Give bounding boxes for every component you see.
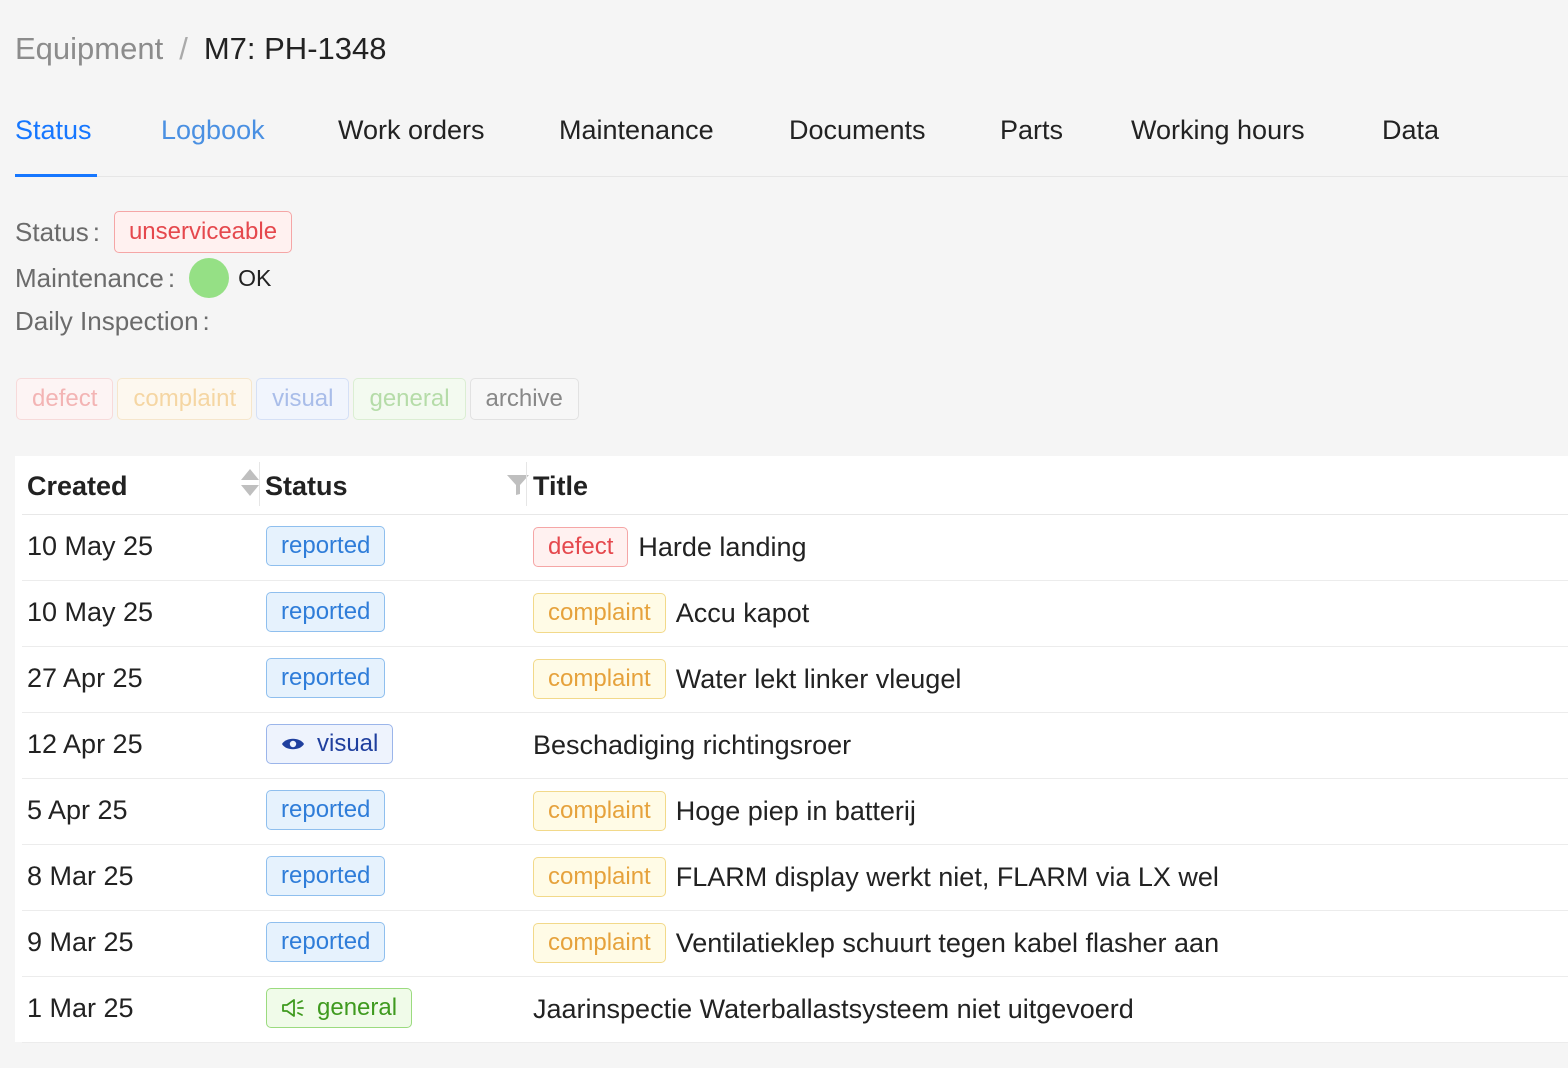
- tab-logbook[interactable]: Logbook: [161, 112, 265, 148]
- filter-general[interactable]: general: [353, 378, 466, 420]
- breadcrumb: Equipment / M7: PH-1348: [15, 28, 386, 70]
- category-tag: complaint: [533, 593, 666, 633]
- daily-inspection-row: Daily Inspection :: [15, 306, 224, 337]
- category-tag: complaint: [533, 857, 666, 897]
- entry-title[interactable]: Hoge piep in batterij: [676, 796, 916, 827]
- status-badge: reported: [266, 790, 386, 830]
- status-badge-label: general: [317, 994, 398, 1021]
- status-badge: unserviceable: [113, 211, 293, 253]
- status-badge: reported: [266, 658, 386, 698]
- tab-maintenance[interactable]: Maintenance: [559, 112, 714, 148]
- entry-title[interactable]: Beschadiging richtingsroer: [533, 730, 851, 761]
- filter-visual[interactable]: visual: [256, 378, 350, 420]
- created-date: 10 May 25: [27, 531, 154, 561]
- status-badge: reported: [266, 856, 386, 896]
- maintenance-label: Maintenance: [15, 262, 164, 293]
- breadcrumb-separator: /: [179, 31, 188, 66]
- table-row[interactable]: 12 Apr 25 visual Beschadiging richtingsr…: [22, 712, 1568, 779]
- entry-title[interactable]: Jaarinspectie Waterballastsysteem niet u…: [533, 994, 1134, 1025]
- category-tag: complaint: [533, 659, 666, 699]
- status-badge-label: visual: [317, 730, 379, 757]
- table-row[interactable]: 8 Mar 25 reported complaint FLARM displa…: [22, 844, 1568, 911]
- daily-inspection-label: Daily Inspection: [15, 306, 199, 336]
- tab-bar: Status Logbook Work orders Maintenance D…: [15, 100, 1568, 177]
- status-badge: reported: [266, 922, 386, 962]
- table-row[interactable]: 10 May 25 reported complaint Accu kapot: [22, 580, 1568, 647]
- maintenance-status-text: OK: [238, 264, 272, 291]
- entry-title[interactable]: Water lekt linker vleugel: [676, 664, 962, 695]
- column-header-created[interactable]: Created: [27, 466, 128, 506]
- column-divider: [259, 462, 260, 506]
- created-date: 5 Apr 25: [27, 795, 128, 825]
- maintenance-status-dot: [189, 258, 230, 298]
- filter-archive[interactable]: archive: [469, 378, 579, 420]
- tab-data[interactable]: Data: [1382, 112, 1439, 148]
- created-date: 12 Apr 25: [27, 729, 143, 759]
- created-date: 9 Mar 25: [27, 927, 134, 957]
- created-date: 10 May 25: [27, 597, 154, 627]
- entry-title[interactable]: Accu kapot: [676, 598, 810, 629]
- page-title: M7: PH-1348: [203, 31, 387, 66]
- table-row[interactable]: 1 Mar 25 general Jaarinspectie Waterball…: [22, 976, 1568, 1043]
- table-row[interactable]: 9 Mar 25 reported complaint Ventilatiekl…: [22, 910, 1568, 977]
- entry-title[interactable]: Harde landing: [638, 532, 806, 563]
- filter-complaint[interactable]: complaint: [117, 378, 253, 420]
- daily-inspection-colon: :: [202, 306, 210, 336]
- entry-title[interactable]: FLARM display werkt niet, FLARM via LX w…: [676, 862, 1219, 893]
- table-row[interactable]: 10 May 25 reported defect Harde landing: [22, 514, 1568, 581]
- status-badge: visual: [266, 724, 394, 764]
- eye-icon: [282, 738, 304, 750]
- created-date: 27 Apr 25: [27, 663, 143, 693]
- maintenance-colon: :: [167, 262, 176, 293]
- column-header-status: Status: [265, 471, 348, 501]
- logbook-table: Created Status Title 10 May 25 reported …: [15, 456, 1568, 1043]
- tab-work-orders[interactable]: Work orders: [338, 112, 485, 148]
- tab-parts[interactable]: Parts: [1000, 112, 1063, 148]
- category-tag: complaint: [533, 791, 666, 831]
- active-tab-indicator: [15, 174, 97, 177]
- created-date: 8 Mar 25: [27, 861, 134, 891]
- column-header-title: Title: [533, 471, 589, 501]
- sort-icon[interactable]: [241, 469, 259, 499]
- tab-working-hours[interactable]: Working hours: [1131, 112, 1305, 148]
- status-label: Status: [15, 216, 89, 247]
- category-tag: complaint: [533, 923, 666, 963]
- column-divider: [526, 462, 527, 506]
- maintenance-row: Maintenance : OK: [15, 258, 271, 298]
- filter-defect[interactable]: defect: [16, 378, 114, 420]
- tab-documents[interactable]: Documents: [789, 112, 926, 148]
- breadcrumb-parent-link[interactable]: Equipment: [15, 28, 163, 70]
- status-colon: :: [92, 216, 100, 247]
- filter-tags: defect complaint visual general archive: [16, 378, 579, 420]
- status-badge: reported: [266, 592, 386, 632]
- entry-title[interactable]: Ventilatieklep schuurt tegen kabel flash…: [676, 928, 1219, 959]
- category-tag: defect: [533, 527, 629, 567]
- megaphone-icon: [282, 999, 304, 1017]
- table-header: Created Status Title: [22, 456, 1568, 515]
- status-badge: reported: [266, 526, 386, 566]
- table-row[interactable]: 27 Apr 25 reported complaint Water lekt …: [22, 646, 1568, 713]
- tab-status[interactable]: Status: [15, 112, 92, 148]
- status-row: Status : unserviceable: [15, 211, 293, 253]
- status-badge: general: [266, 988, 413, 1028]
- created-date: 1 Mar 25: [27, 993, 134, 1023]
- table-row[interactable]: 5 Apr 25 reported complaint Hoge piep in…: [22, 778, 1568, 845]
